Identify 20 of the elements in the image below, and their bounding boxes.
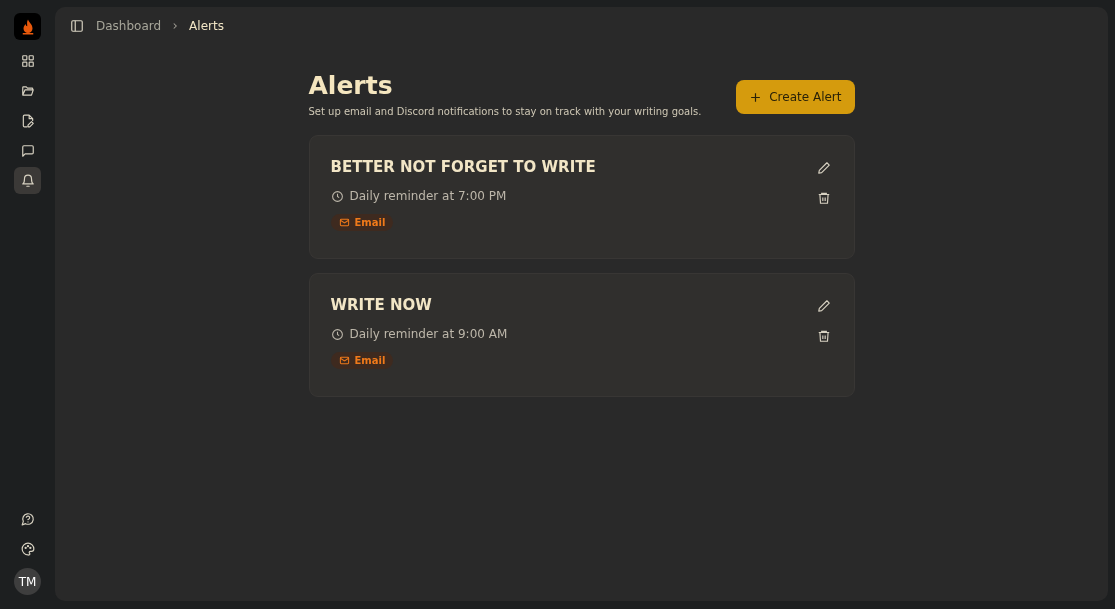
alert-title: BETTER NOT FORGET TO WRITE (330, 158, 596, 176)
channel-label: Email (354, 217, 386, 228)
alert-title: WRITE NOW (330, 296, 433, 314)
create-alert-button[interactable]: Create Alert (736, 80, 855, 114)
breadcrumb-link[interactable]: Alerts (189, 19, 224, 33)
plus-icon (749, 90, 763, 104)
page-subtitle: Set up email and Discord notifications to stay on track with your writing goals. (308, 106, 702, 117)
page-title: Alerts (308, 71, 394, 100)
clock-icon (330, 327, 344, 341)
channel-label: Email (354, 355, 386, 366)
alert-schedule: Daily reminder at 9:00 AM (349, 327, 508, 341)
alert-schedule: Daily reminder at 7:00 PM (349, 189, 507, 203)
user-avatar[interactable]: TM (14, 568, 41, 595)
flame-logo-icon[interactable] (14, 13, 41, 40)
clock-icon (330, 189, 344, 203)
breadcrumb-link[interactable]: Dashboard (96, 19, 162, 33)
mail-icon (338, 217, 350, 228)
sidebar-toggle-icon[interactable] (70, 19, 84, 33)
bell-icon[interactable] (14, 167, 41, 194)
mail-icon (338, 355, 350, 366)
